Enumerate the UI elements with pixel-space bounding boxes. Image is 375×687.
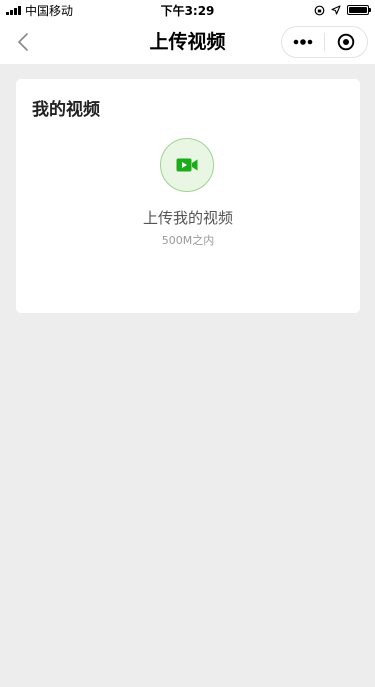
close-miniprogram-button[interactable] bbox=[325, 27, 367, 57]
carrier-label: 中国移动 bbox=[25, 3, 74, 18]
nav-bar: 上传视频 bbox=[0, 20, 375, 64]
signal-icon bbox=[6, 5, 21, 15]
status-left: 中国移动 bbox=[0, 2, 73, 19]
video-camera-icon bbox=[176, 158, 198, 172]
battery-icon bbox=[347, 5, 371, 15]
back-button[interactable] bbox=[10, 29, 36, 55]
my-videos-card: 我的视频 上传我的视频 500M之内 bbox=[16, 79, 360, 313]
chevron-left-icon bbox=[18, 33, 28, 51]
status-right bbox=[314, 5, 375, 16]
upload-size-hint: 500M之内 bbox=[161, 234, 215, 247]
card-title: 我的视频 bbox=[32, 100, 100, 120]
target-circle-icon bbox=[337, 33, 355, 51]
capsule-menu bbox=[281, 26, 368, 58]
orientation-lock-icon bbox=[314, 5, 325, 15]
more-button[interactable] bbox=[282, 27, 324, 57]
more-dots-icon bbox=[293, 39, 313, 45]
location-arrow-icon bbox=[331, 5, 341, 15]
upload-video-button[interactable] bbox=[160, 138, 214, 192]
upload-label[interactable]: 上传我的视频 bbox=[16, 207, 360, 228]
status-bar: 中国移动 下午3:29 bbox=[0, 0, 375, 20]
